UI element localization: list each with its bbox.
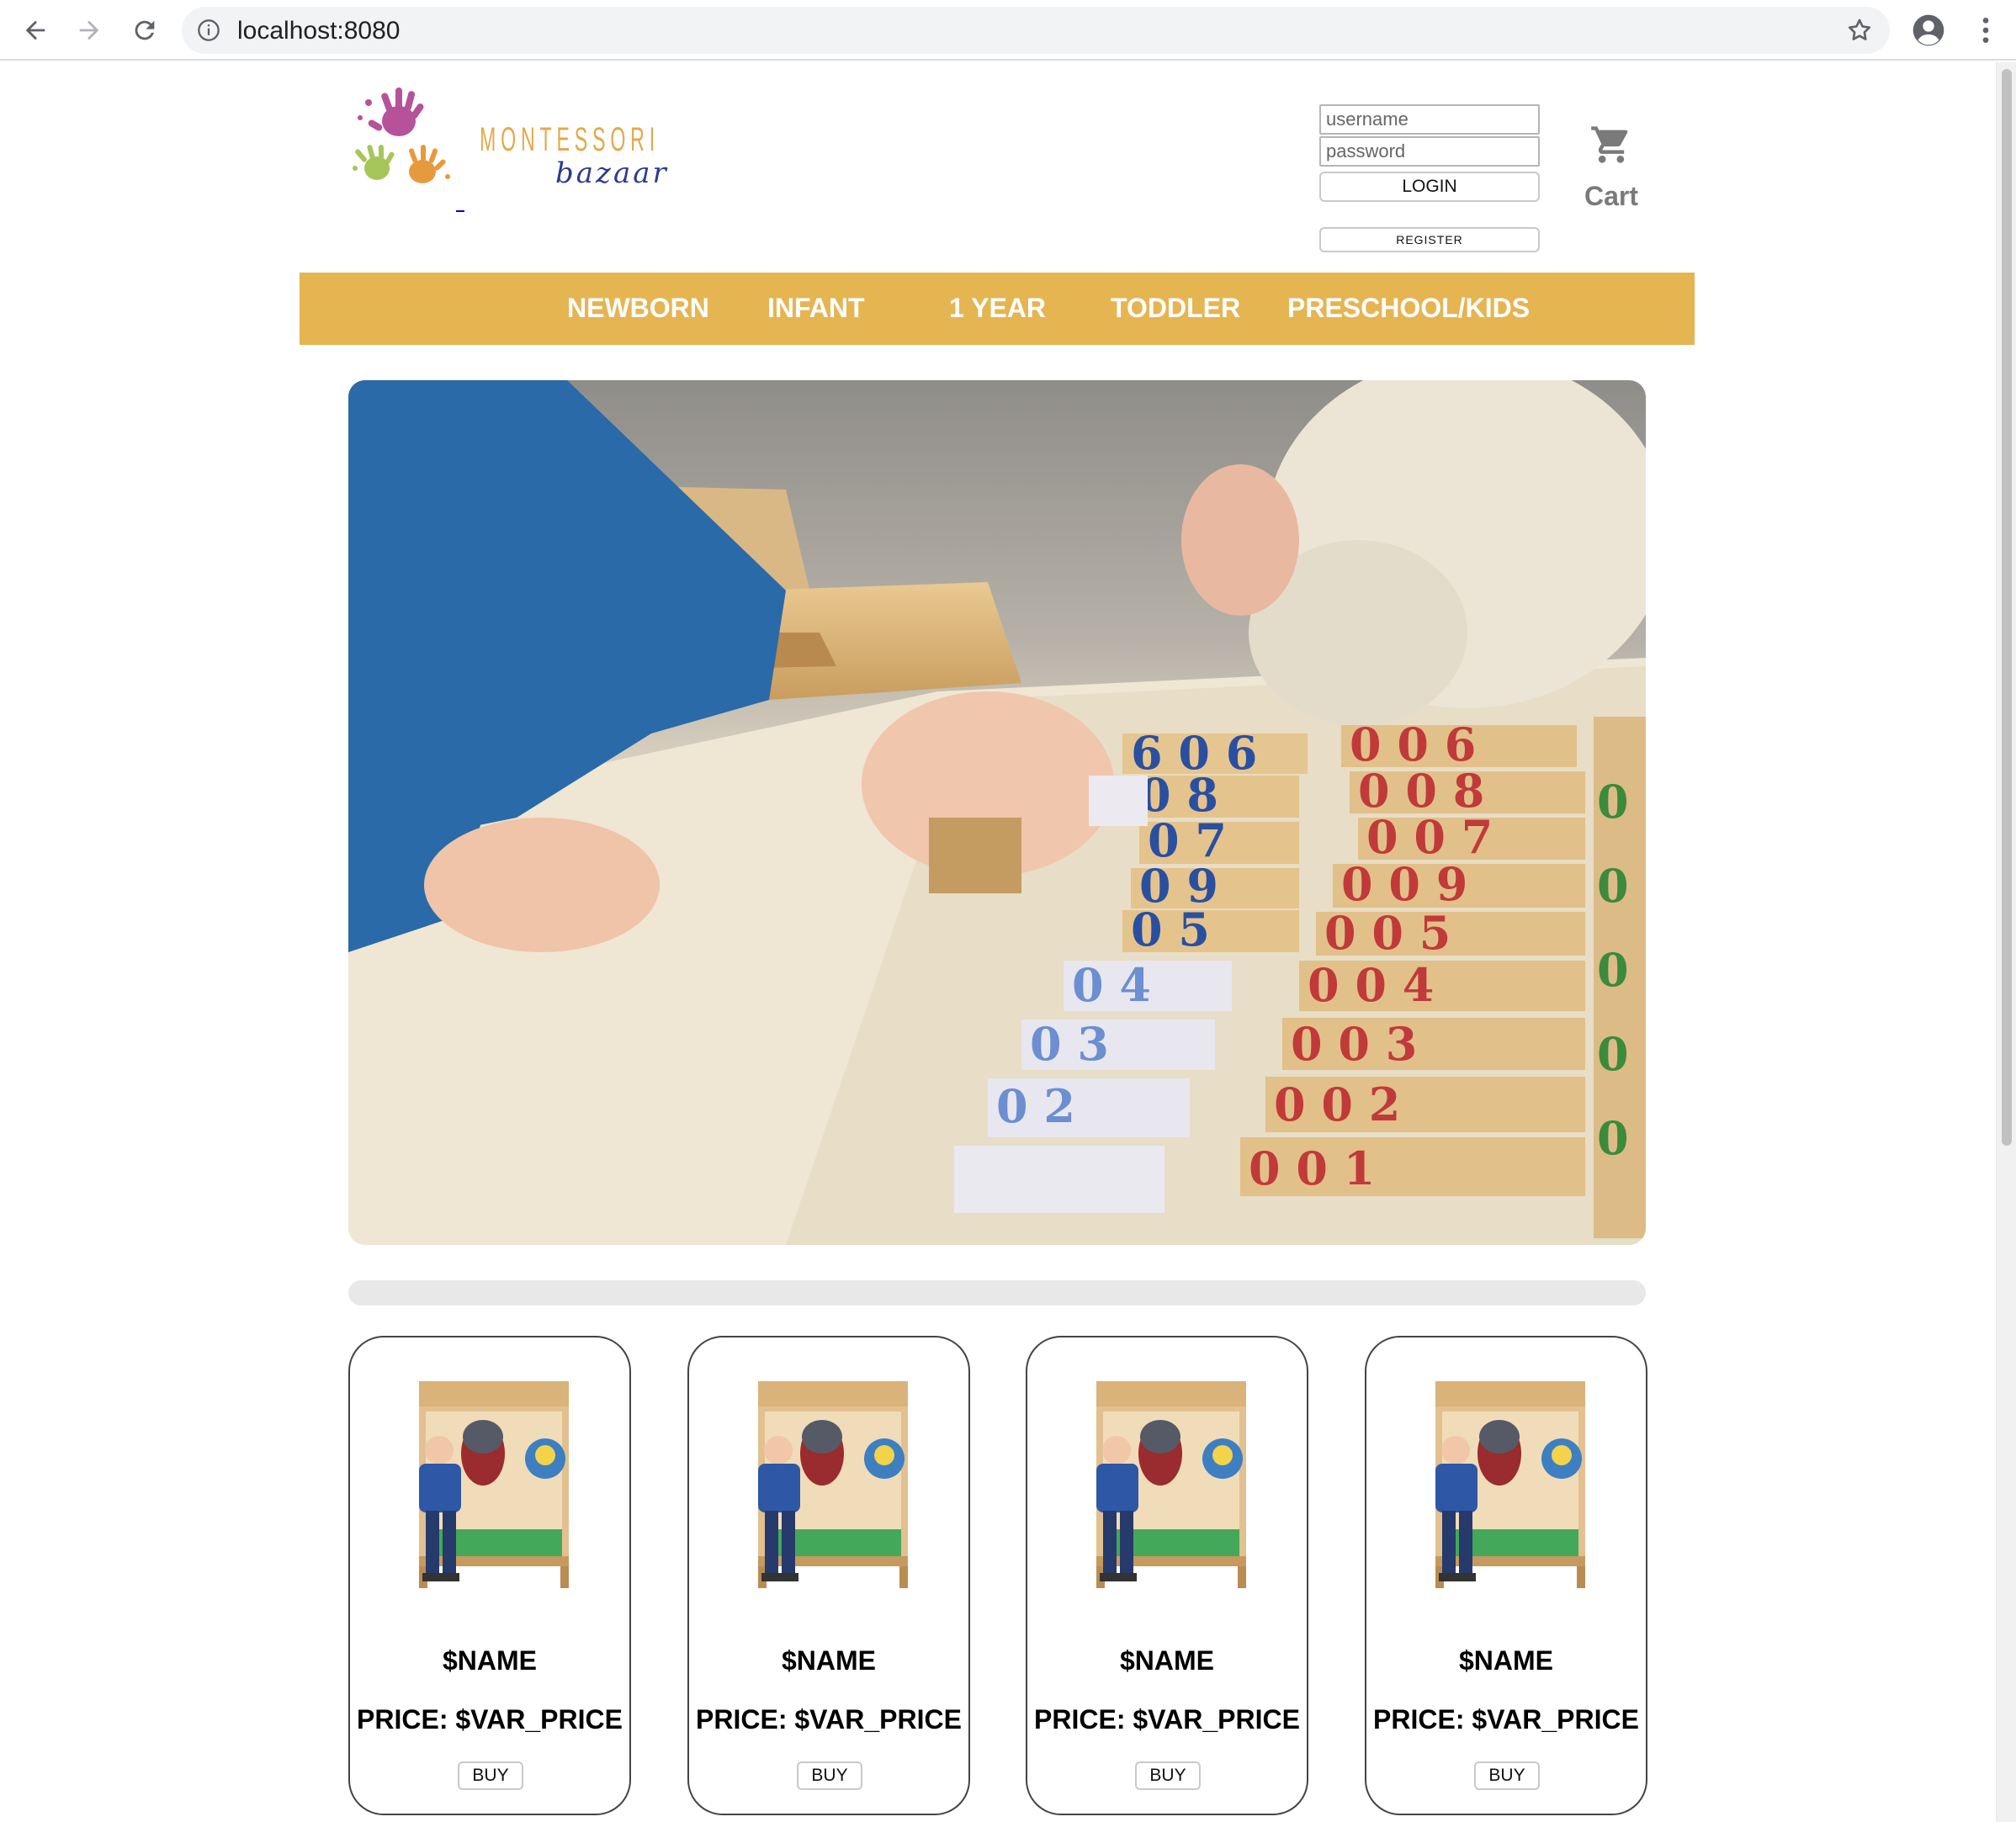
logo-subtitle: bazaar [555,156,669,190]
cart-link[interactable]: Cart [1573,123,1649,212]
product-price: PRICE: $VAR_PRICE [1034,1704,1300,1735]
product-image [419,1381,569,1588]
buy-button[interactable]: BUY [1474,1761,1540,1790]
nav-item-preschool-kids[interactable]: PRESCHOOL/KIDS [1287,293,1530,324]
page-scrollbar[interactable] [1996,62,2016,1822]
svg-text:0: 0 [1597,859,1629,913]
reload-icon [135,20,155,40]
nav-item-infant[interactable]: INFANT [767,293,865,324]
svg-text:0 0 2: 0 0 2 [1274,1078,1400,1131]
svg-text:0: 0 [1597,1111,1629,1165]
url-text[interactable]: localhost:8080 [237,17,400,45]
username-input[interactable] [1319,104,1540,135]
svg-text:0 5: 0 5 [1131,903,1210,956]
handprints-logo-icon [353,87,450,183]
menu-icon[interactable] [1969,13,2003,47]
logo-underline-link[interactable] [456,210,464,212]
password-input[interactable] [1319,136,1540,167]
nav-item-newborn[interactable]: NEWBORN [567,293,709,324]
product-card: $NAME PRICE: $VAR_PRICE BUY [1026,1336,1308,1815]
product-name: $NAME [1458,1645,1553,1676]
cart-label: Cart [1584,181,1638,211]
nav-item-1-year[interactable]: 1 YEAR [949,293,1046,324]
buy-button[interactable]: BUY [458,1761,523,1790]
forward-icon [79,20,99,40]
product-card: $NAME PRICE: $VAR_PRICE BUY [348,1336,631,1815]
star-icon[interactable] [1846,17,1873,44]
login-form: LOGIN REGISTER [1319,104,1540,252]
svg-text:0 0 7: 0 0 7 [1366,810,1493,864]
reload-button[interactable] [125,10,165,50]
register-button[interactable]: REGISTER [1319,227,1540,252]
product-price: PRICE: $VAR_PRICE [1373,1704,1639,1735]
product-card: $NAME PRICE: $VAR_PRICE BUY [687,1336,970,1815]
svg-text:0 2: 0 2 [996,1079,1075,1133]
svg-text:0 0 9: 0 0 9 [1341,857,1467,911]
cart-icon [1591,126,1628,163]
forward-button[interactable] [69,10,109,50]
svg-text:0 3: 0 3 [1030,1017,1109,1071]
browser-toolbar: localhost:8080 [0,0,2016,61]
product-name: $NAME [442,1645,537,1676]
info-icon[interactable] [197,19,220,42]
back-icon [25,20,45,40]
hero-image: 6 0 6 0 8 0 7 0 9 0 5 0 4 0 3 0 2 0 0 6 … [348,380,1646,1245]
svg-text:0 0 1: 0 0 1 [1249,1141,1375,1195]
logo-wordmark: MONTESSORI [480,121,660,158]
product-price: PRICE: $VAR_PRICE [357,1704,623,1735]
svg-text:0 0 5: 0 0 5 [1324,906,1451,960]
product-card: $NAME PRICE: $VAR_PRICE BUY [1365,1336,1647,1815]
login-button[interactable]: LOGIN [1319,172,1540,202]
site-logo[interactable]: MONTESSORI bazaar [350,84,670,252]
address-bar[interactable]: localhost:8080 [182,7,1890,54]
page-viewport: MONTESSORI bazaar LOGIN REGISTER Cart NE… [0,62,1996,1822]
product-price: PRICE: $VAR_PRICE [696,1704,962,1735]
hero-photo: 6 0 6 0 8 0 7 0 9 0 5 0 4 0 3 0 2 0 0 6 … [348,380,1646,1245]
svg-text:0 0 4: 0 0 4 [1308,958,1434,1012]
product-image [758,1381,908,1588]
back-button[interactable] [15,10,56,50]
product-image [1435,1381,1585,1588]
svg-text:0: 0 [1597,943,1629,997]
product-image [1096,1381,1246,1588]
svg-text:0: 0 [1597,1027,1629,1081]
svg-text:0 4: 0 4 [1072,958,1151,1012]
svg-text:0 0 3: 0 0 3 [1291,1017,1417,1071]
product-name: $NAME [1119,1645,1214,1676]
buy-button[interactable]: BUY [1135,1761,1201,1790]
product-name: $NAME [781,1645,876,1676]
buy-button[interactable]: BUY [797,1761,862,1790]
category-nav: NEWBORN INFANT 1 YEAR TODDLER PRESCHOOL/… [300,273,1695,345]
scrollbar-thumb[interactable] [2002,69,2012,1146]
svg-text:0: 0 [1597,775,1629,829]
profile-icon[interactable] [1912,13,1945,47]
nav-item-toddler[interactable]: TODDLER [1111,293,1240,324]
section-divider [348,1280,1646,1306]
